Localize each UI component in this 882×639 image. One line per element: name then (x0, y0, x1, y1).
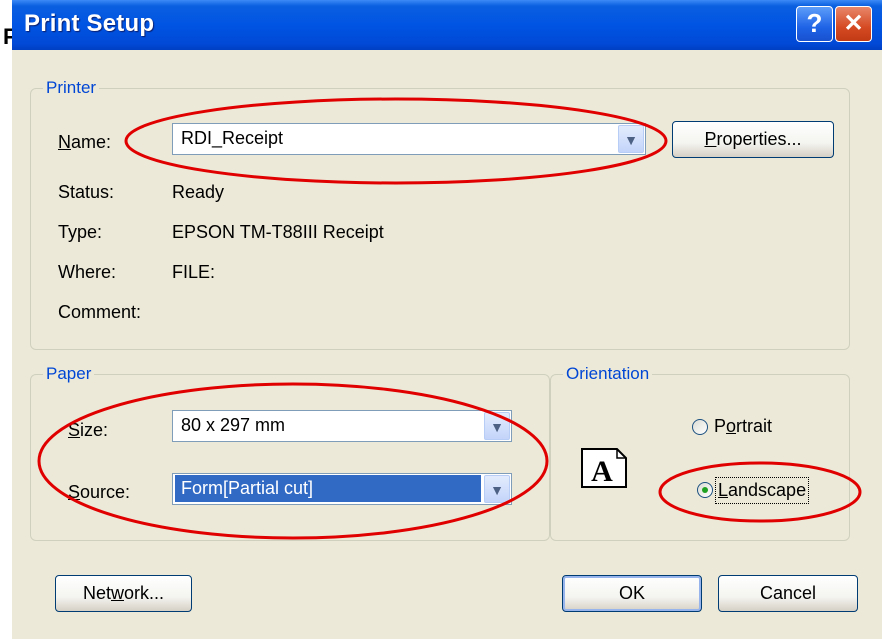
properties-button[interactable]: Properties... (672, 121, 834, 158)
paper-source-dropdown[interactable]: Form[Partial cut] ▼ (172, 473, 512, 505)
orientation-group-legend: Orientation (566, 364, 650, 383)
status-value: Ready (172, 182, 225, 202)
help-button[interactable]: ? (796, 6, 833, 42)
orientation-preview-letter: A (591, 455, 613, 488)
size-label: Size: (68, 420, 109, 440)
source-label: Source: (68, 482, 131, 502)
paper-size-value: 80 x 297 mm (181, 415, 286, 435)
type-value: EPSON TM-T88III Receipt (172, 222, 384, 242)
chevron-down-icon[interactable]: ▼ (484, 412, 510, 440)
close-button[interactable]: ✕ (835, 6, 872, 42)
network-button[interactable]: Network... (55, 575, 192, 612)
chevron-down-icon[interactable]: ▼ (618, 125, 644, 153)
paper-group-legend: Paper (46, 364, 92, 383)
status-label: Status: (58, 182, 115, 202)
window-title: Print Setup (24, 10, 155, 37)
paper-group: Paper (30, 364, 550, 541)
chevron-down-icon[interactable]: ▼ (484, 475, 510, 503)
printer-name-dropdown[interactable]: RDI_Receipt ▼ (172, 123, 646, 155)
where-value: FILE: (172, 262, 216, 282)
properties-button-label: roperties... (716, 129, 802, 149)
paper-source-value: Form[Partial cut] (175, 475, 481, 502)
title-bar[interactable]: Print Setup ? ✕ (12, 0, 882, 50)
paper-size-dropdown[interactable]: 80 x 297 mm ▼ (172, 410, 512, 442)
name-label-rest: ame: (71, 132, 112, 152)
ok-button[interactable]: OK (562, 575, 702, 612)
printer-name-value: RDI_Receipt (181, 128, 284, 148)
help-icon: ? (806, 8, 823, 38)
portrait-radio[interactable] (692, 419, 708, 435)
portrait-label[interactable]: Portrait (714, 416, 772, 437)
where-label: Where: (58, 262, 117, 282)
background-window-edge: F (0, 0, 16, 639)
name-label: Name: (58, 132, 112, 152)
comment-label: Comment: (58, 302, 142, 322)
landscape-radio[interactable] (697, 482, 713, 498)
orientation-preview-icon: A (581, 448, 627, 488)
radio-selected-dot (702, 487, 708, 493)
close-icon: ✕ (843, 10, 864, 37)
landscape-label[interactable]: Landscape (714, 477, 810, 504)
cancel-button[interactable]: Cancel (718, 575, 858, 612)
printer-group-legend: Printer (46, 78, 97, 97)
printer-group: Printer (30, 78, 850, 350)
type-label: Type: (58, 222, 103, 242)
